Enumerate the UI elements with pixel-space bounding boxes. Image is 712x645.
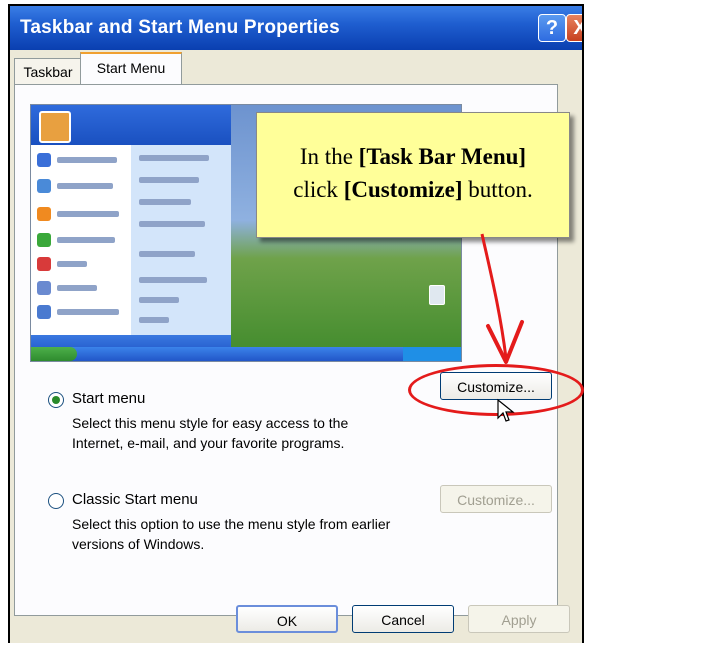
tab-start-menu[interactable]: Start Menu [80, 52, 182, 86]
help-icon[interactable]: ? [538, 14, 566, 42]
classic-start-menu-description: Select this option to use the menu style… [72, 516, 391, 552]
customize-classic-menu-button[interactable]: Customize... [440, 485, 552, 513]
callout-button-suffix: button. [462, 177, 533, 202]
classic-start-menu-label: Classic Start menu [72, 491, 198, 508]
ok-button[interactable]: OK [236, 605, 338, 633]
cancel-button[interactable]: Cancel [352, 605, 454, 633]
callout-customize: [Customize] [343, 177, 463, 202]
callout-click: click [293, 177, 344, 202]
window-title: Taskbar and Start Menu Properties [20, 17, 340, 38]
start-menu-description: Select this menu style for easy access t… [72, 415, 349, 451]
start-menu-label: Start menu [72, 390, 146, 407]
preview-taskbar [31, 347, 461, 361]
red-arrow-icon [480, 233, 524, 364]
preview-menu-left [31, 145, 131, 335]
close-icon[interactable]: X [566, 14, 582, 42]
classic-start-menu-radio[interactable] [48, 493, 64, 509]
apply-button[interactable]: Apply [468, 605, 570, 633]
instruction-callout: In the [Task Bar Menu] click [Customize]… [256, 112, 570, 238]
title-bar[interactable]: Taskbar and Start Menu Properties ? X [10, 6, 582, 50]
callout-task-bar-menu: [Task Bar Menu] [358, 144, 527, 169]
start-menu-radio[interactable] [48, 392, 64, 408]
system-tray [403, 347, 461, 361]
tab-taskbar[interactable]: Taskbar [14, 58, 82, 85]
start-button-icon [31, 347, 77, 361]
preview-menu-right [131, 145, 231, 335]
callout-text-prefix: In the [299, 144, 359, 169]
preview-menu-header [31, 105, 231, 145]
mouse-cursor-icon [497, 398, 515, 422]
recycle-bin-icon [429, 285, 445, 305]
user-avatar-thumb [39, 111, 71, 143]
